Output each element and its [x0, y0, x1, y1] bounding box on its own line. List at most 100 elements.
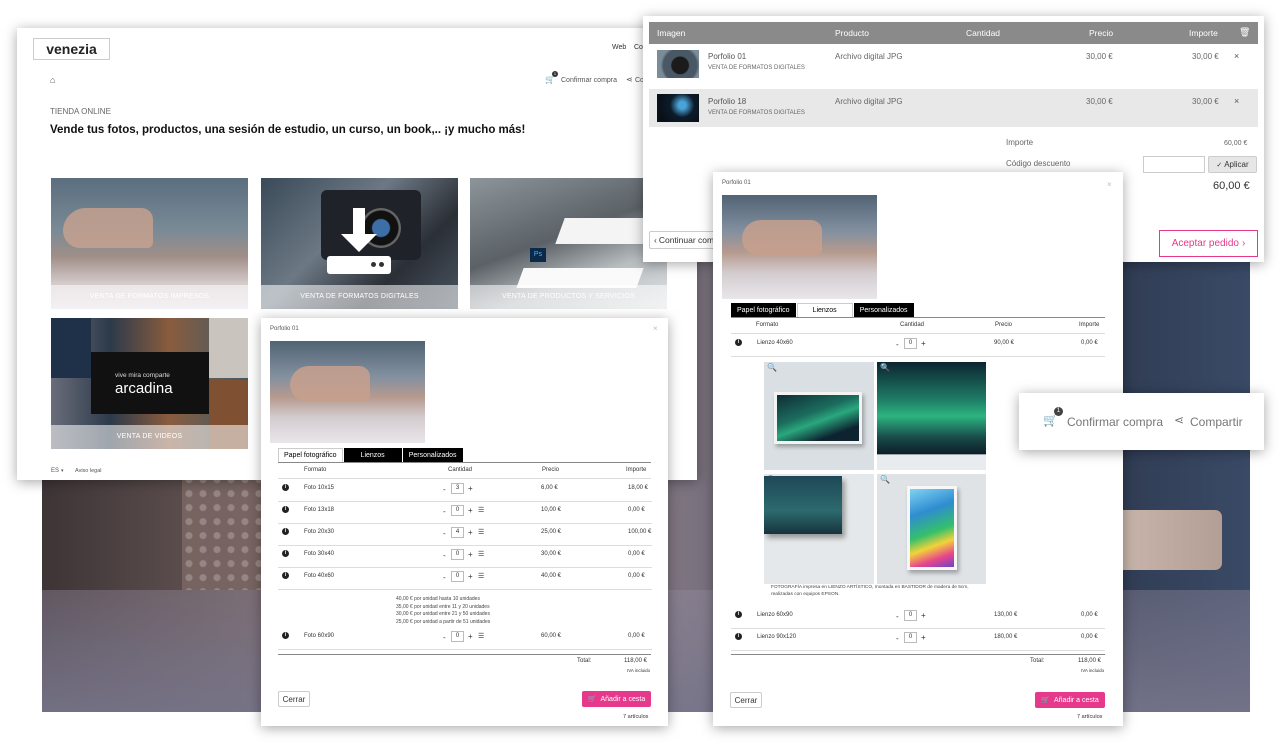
tab-canvas[interactable]: Lienzos — [343, 448, 402, 463]
remove-icon[interactable]: × — [1234, 96, 1239, 106]
info-icon[interactable]: i — [282, 572, 289, 579]
item-price: 30,00 € — [1086, 97, 1113, 106]
quantity-input[interactable]: 0 — [904, 610, 917, 621]
format-name: Lienzo 90x120 — [757, 634, 797, 640]
item-category: VENTA DE FORMATOS DIGITALES — [708, 110, 805, 116]
decrease-button[interactable]: - — [443, 551, 446, 560]
quantity-input[interactable]: 0 — [451, 571, 464, 582]
increase-button[interactable]: + — [921, 339, 926, 348]
format-tabs: Papel fotográfico Lienzos Personalizados — [731, 303, 915, 318]
increase-button[interactable]: + — [468, 550, 473, 559]
info-icon[interactable]: i — [282, 550, 289, 557]
format-name: Lienzo 60x90 — [757, 612, 793, 618]
list-icon[interactable]: ☰ — [478, 528, 484, 536]
increase-button[interactable]: + — [468, 506, 473, 515]
decrease-button[interactable]: - — [443, 633, 446, 642]
discount-line: 35,00 € por unidad entre 11 y 20 unidade… — [396, 603, 490, 610]
cart-count-badge: 1 — [1054, 407, 1063, 416]
info-icon[interactable]: i — [735, 611, 742, 618]
add-to-cart-button[interactable]: 🛒 Añadir a cesta — [1035, 692, 1105, 708]
continue-label: Continuar com — [658, 235, 715, 245]
logo[interactable]: venezia — [33, 38, 110, 60]
decrease-button[interactable]: - — [896, 612, 899, 621]
info-icon[interactable]: i — [282, 632, 289, 639]
cart-header: Imagen Producto Cantidad Precio Importe … — [649, 22, 1258, 44]
increase-button[interactable]: + — [468, 632, 473, 641]
confirm-purchase-link[interactable]: Confirmar compra — [561, 77, 617, 84]
line-amount: 0,00 € — [1081, 634, 1098, 640]
share-icon[interactable]: ⋖ — [626, 75, 633, 84]
zoom-icon[interactable]: 🔍 — [880, 475, 890, 484]
remove-icon[interactable]: × — [1234, 51, 1239, 61]
gallery-image[interactable]: 🔍 — [764, 362, 874, 470]
decrease-button[interactable]: - — [443, 573, 446, 582]
nav-item-web[interactable]: Web — [612, 44, 626, 51]
home-icon[interactable]: ⌂ — [50, 75, 55, 85]
nav-item-co[interactable]: Co — [634, 44, 643, 51]
quantity-input[interactable]: 0 — [904, 338, 917, 349]
list-icon[interactable]: ☰ — [478, 572, 484, 580]
share-icon[interactable]: ⋖ — [1174, 413, 1184, 427]
tab-canvas[interactable]: Lienzos — [796, 303, 853, 318]
share-link[interactable]: Compartir — [1190, 415, 1243, 429]
zoom-icon[interactable]: 🔍 — [767, 363, 777, 372]
continue-shopping-button[interactable]: ‹ Continuar com — [649, 231, 719, 249]
apply-discount-button[interactable]: ✓ Aplicar — [1208, 156, 1257, 173]
add-to-cart-button[interactable]: 🛒 Añadir a cesta — [582, 691, 651, 707]
close-icon[interactable]: × — [653, 324, 658, 333]
close-button[interactable]: Cerrar — [278, 691, 310, 707]
tile-printed-formats[interactable]: VENTA DE FORMATOS IMPRESOS — [51, 178, 248, 309]
tile-digital-formats[interactable]: VENTA DE FORMATOS DIGITALES — [261, 178, 458, 309]
item-product: Archivo digital JPG — [835, 52, 903, 61]
canvas-caption: FOTOGRAFÍA impresa en LIENZO ARTÍSTICO, … — [771, 585, 969, 597]
format-name: Foto 30x40 — [304, 551, 335, 557]
cart-icon: 🛒 — [1041, 697, 1050, 704]
increase-button[interactable]: + — [468, 528, 473, 537]
increase-button[interactable]: + — [468, 572, 473, 581]
tab-photo-paper[interactable]: Papel fotográfico — [731, 303, 796, 318]
increase-button[interactable]: + — [921, 633, 926, 642]
info-icon[interactable]: i — [282, 528, 289, 535]
col-quantity: Cantidad — [448, 467, 473, 473]
tile-products-services[interactable]: Ps VENTA DE PRODUCTOS Y SERVICIOS — [470, 178, 667, 309]
decrease-button[interactable]: - — [896, 634, 899, 643]
close-button[interactable]: Cerrar — [730, 692, 762, 708]
quantity-input[interactable]: 3 — [451, 483, 464, 494]
quantity-input[interactable]: 0 — [451, 549, 464, 560]
close-icon[interactable]: × — [1107, 180, 1112, 189]
tab-photo-paper[interactable]: Papel fotográfico — [278, 448, 343, 463]
zoom-icon[interactable]: 🔍 — [880, 363, 890, 372]
overlay-tagline: vive mira comparte — [115, 372, 170, 379]
trash-icon[interactable]: 🗑 — [1239, 27, 1250, 38]
gallery-image[interactable]: 🔍 — [764, 474, 874, 584]
gallery-image[interactable]: 🔍 — [877, 362, 986, 470]
list-icon[interactable]: ☰ — [478, 632, 484, 640]
decrease-button[interactable]: - — [896, 340, 899, 349]
quantity-input[interactable]: 0 — [451, 505, 464, 516]
language-selector[interactable]: ES — [51, 468, 59, 474]
info-icon[interactable]: i — [735, 339, 742, 346]
increase-button[interactable]: + — [921, 611, 926, 620]
info-icon[interactable]: i — [282, 484, 289, 491]
decrease-button[interactable]: - — [443, 529, 446, 538]
quantity-input[interactable]: 0 — [451, 631, 464, 642]
increase-button[interactable]: + — [468, 484, 473, 493]
decrease-button[interactable]: - — [443, 485, 446, 494]
discount-code-input[interactable] — [1143, 156, 1205, 173]
list-icon[interactable]: ☰ — [478, 550, 484, 558]
confirm-purchase-link[interactable]: Confirmar compra — [1067, 415, 1163, 429]
total-value: 118,00 € — [624, 658, 647, 664]
tab-custom[interactable]: Personalizados — [402, 448, 463, 463]
info-icon[interactable]: i — [282, 506, 289, 513]
list-icon[interactable]: ☰ — [478, 506, 484, 514]
legal-link[interactable]: Aviso legal — [75, 468, 102, 474]
tab-custom[interactable]: Personalizados — [853, 303, 914, 318]
accept-order-button[interactable]: Aceptar pedido › — [1159, 230, 1258, 257]
header-amount: Importe — [1189, 28, 1218, 38]
info-icon[interactable]: i — [735, 633, 742, 640]
decrease-button[interactable]: - — [443, 507, 446, 516]
tile-videos[interactable]: vive mira comparte arcadina VENTA DE VID… — [51, 318, 248, 449]
quantity-input[interactable]: 0 — [904, 632, 917, 643]
gallery-image[interactable]: 🔍 — [877, 474, 986, 584]
quantity-input[interactable]: 4 — [451, 527, 464, 538]
